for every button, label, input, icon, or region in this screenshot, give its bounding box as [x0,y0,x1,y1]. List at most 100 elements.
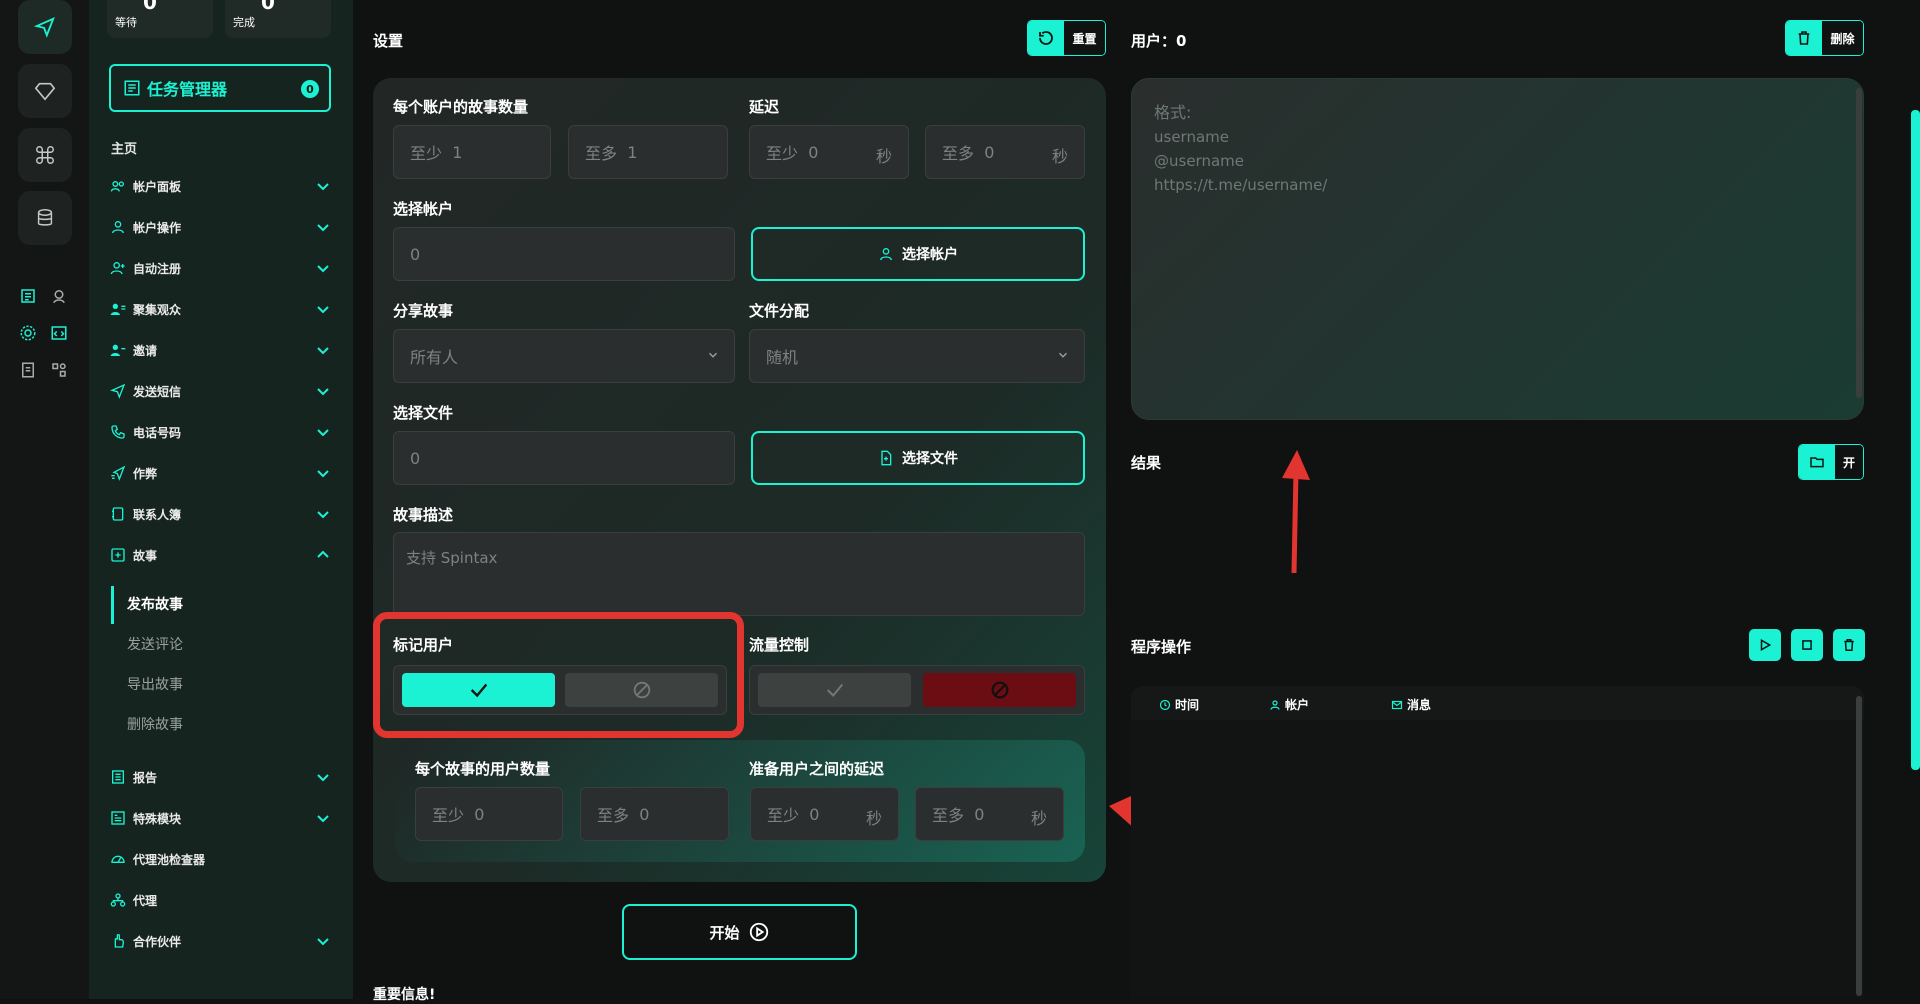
sidebar-item-label: 自动注册 [133,261,182,276]
sidebar-item-stories[interactable]: 故事 [109,543,331,567]
start-button[interactable]: 开始 [622,904,857,960]
delay-max-input[interactable]: 至多 0 秒 [925,125,1085,179]
grid-icon[interactable] [49,360,69,380]
page-scrollbar[interactable] [1911,110,1920,770]
log-scrollbar[interactable] [1856,696,1862,996]
sidebar-item-special-modules[interactable]: 特殊模块 [109,806,331,830]
sidebar-item-label: 合作伙伴 [133,934,182,949]
home-heading: 主页 [111,142,138,157]
sidebar-item-proxy-checker[interactable]: 代理池检查器 [109,847,331,871]
users-max-input[interactable]: 至多 0 [580,787,729,841]
stories-min-value: 1 [452,142,463,162]
share-story-select[interactable]: 所有人 [393,329,735,383]
result-title: 结果 [1131,454,1162,472]
users-per-story-label: 每个故事的用户数量 [415,760,551,778]
disabled-icon[interactable] [923,673,1076,707]
check-icon[interactable] [758,673,911,707]
select-account-button-label: 选择帐户 [902,247,958,263]
trash-icon[interactable] [1833,629,1865,661]
users-max-value: 0 [639,804,650,824]
diamond-icon[interactable] [18,64,72,118]
sidebar-item-phone-numbers[interactable]: 电话号码 [109,420,331,444]
play-icon[interactable] [1749,629,1781,661]
col-time[interactable]: 时间 [1159,696,1199,713]
account-count-input[interactable]: 0 [393,227,735,281]
send-icon[interactable] [18,0,72,54]
file-count-input[interactable]: 0 [393,431,735,485]
select-account-button[interactable]: 选择帐户 [751,227,1085,281]
col-message-label: 消息 [1407,698,1432,712]
users-icon [109,177,127,195]
play-circle-icon [749,922,768,942]
ops-log-table: 时间 帐户 消息 [1131,686,1864,999]
doc-check-icon[interactable] [18,360,38,380]
chevron-down-icon [1059,352,1067,358]
users-min-value: 0 [474,804,485,824]
sub-item-send-comment[interactable]: 发送评论 [127,634,183,654]
sidebar-item-send-sms[interactable]: 发送短信 [109,379,331,403]
max-prefix: 至多 [942,144,975,163]
seconds-unit: 秒 [1030,809,1047,828]
list-icon[interactable] [18,286,38,306]
sidebar-item-invite[interactable]: 邀请 [109,338,331,362]
users-min-input[interactable]: 至少 0 [415,787,563,841]
waiting-label: 等待 [115,16,137,29]
delay-min-input[interactable]: 至少 0 秒 [749,125,909,179]
chevron-down-icon [317,265,329,273]
max-prefix: 至多 [597,806,630,825]
select-account-label: 选择帐户 [393,200,454,218]
col-message[interactable]: 消息 [1391,696,1431,713]
task-manager-button[interactable]: 任务管理器 0 [109,64,331,112]
waiting-count: 0 [143,0,157,14]
sidebar-item-proxy[interactable]: 代理 [109,888,331,912]
file-dist-value: 随机 [766,348,799,367]
sidebar-item-auto-register[interactable]: 自动注册 [109,256,331,280]
delete-button[interactable]: 删除 [1785,20,1864,56]
story-desc-textarea[interactable]: 支持 Spintax [393,532,1085,616]
chevron-down-icon [317,511,329,519]
sidebar-item-reports[interactable]: 报告 [109,765,331,789]
sidebar-item-label: 帐户操作 [133,220,182,235]
textarea-scrollbar[interactable] [1856,88,1862,398]
stories-min-input[interactable]: 至少 1 [393,125,551,179]
db-max-input[interactable]: 至多 0 秒 [915,787,1064,841]
sidebar-item-contacts[interactable]: 联系人簿 [109,502,331,526]
reset-button[interactable]: 重置 [1027,20,1106,56]
col-time-label: 时间 [1175,698,1200,712]
command-icon[interactable] [18,128,72,182]
sub-item-delete-story[interactable]: 删除故事 [127,714,183,734]
col-account[interactable]: 帐户 [1269,696,1309,713]
send-fast-icon [109,464,127,482]
flow-control-toggle[interactable] [749,665,1085,715]
users-textarea[interactable]: 格式: username @username https://t.me/user… [1131,78,1864,420]
sidebar-item-account-panel[interactable]: 帐户面板 [109,174,331,198]
sidebar-item-gather-audience[interactable]: 聚集观众 [109,297,331,321]
chevron-down-icon [317,470,329,478]
sidebar-item-cheat[interactable]: 作弊 [109,461,331,485]
sub-item-export-story[interactable]: 导出故事 [127,674,183,694]
arrow-up-annotation [1282,450,1310,574]
open-button[interactable]: 开 [1798,444,1864,480]
settings-title: 设置 [373,32,404,50]
user-list-icon [109,300,127,318]
db-min-input[interactable]: 至少 0 秒 [750,787,899,841]
select-file-button[interactable]: 选择文件 [751,431,1085,485]
file-dist-select[interactable]: 随机 [749,329,1085,383]
stop-icon[interactable] [1791,629,1823,661]
chevron-down-icon [317,429,329,437]
gear-icon[interactable] [18,323,38,343]
ops-title: 程序操作 [1131,638,1192,656]
plus-square-icon [109,546,127,564]
user-icon [109,218,127,236]
sub-item-publish-story[interactable]: 发布故事 [127,594,183,614]
sidebar-item-partners[interactable]: 合作伙伴 [109,929,331,953]
sidebar-item-account-ops[interactable]: 帐户操作 [109,215,331,239]
user-pin-icon[interactable] [49,286,69,306]
highlight-annotation [373,612,744,738]
phone-icon [109,423,127,441]
open-label: 开 [1835,445,1863,479]
stories-max-input[interactable]: 至多 1 [568,125,728,179]
code-window-icon[interactable] [49,323,69,343]
database-icon[interactable] [18,191,72,245]
delay-between-label: 准备用户之间的延迟 [749,760,885,778]
